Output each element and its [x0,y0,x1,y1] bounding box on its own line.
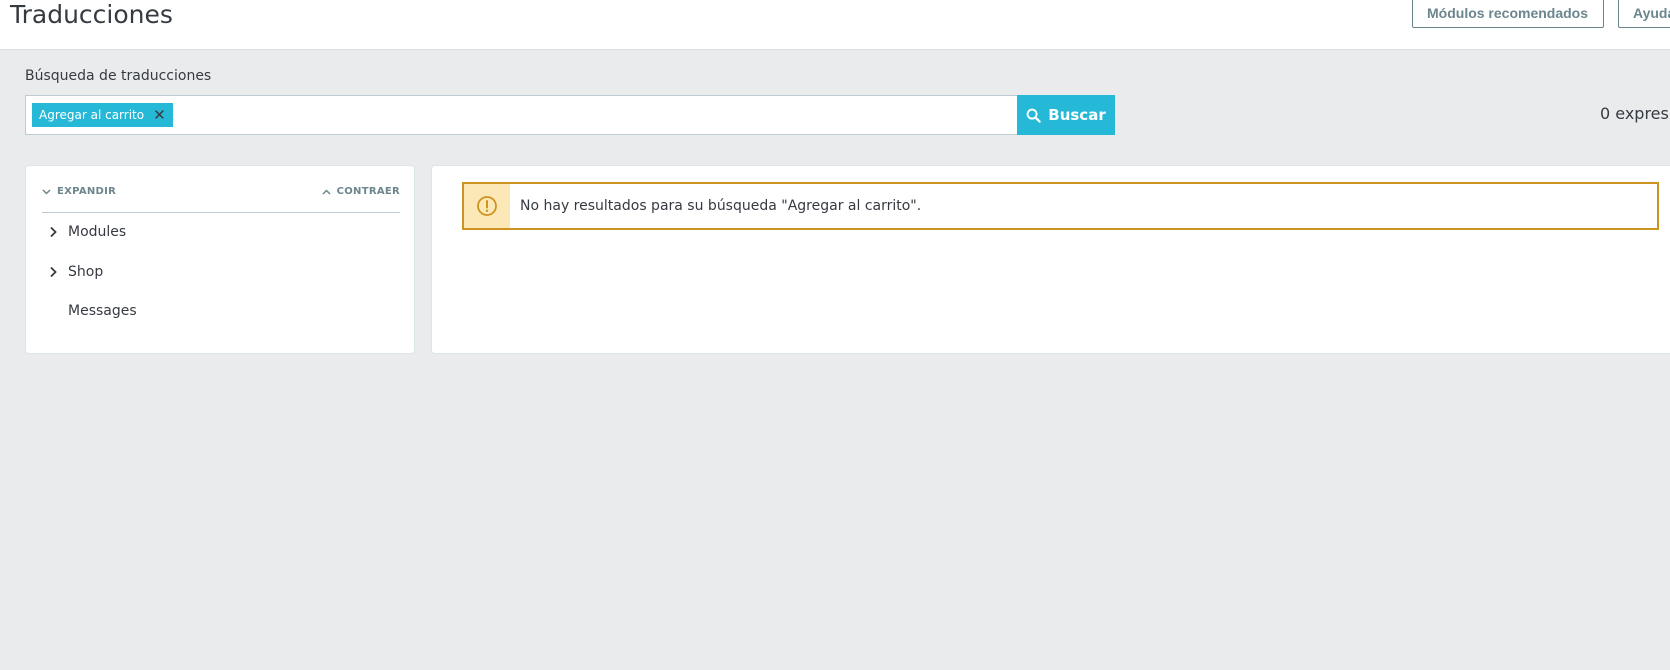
tree-item-label: Shop [68,264,104,280]
warning-icon [477,196,497,216]
tree-item-label: Modules [68,224,127,240]
results-count: 0 expresiones [1600,104,1670,123]
alert-icon-box [464,184,510,228]
search-button[interactable]: Buscar [1017,95,1115,135]
collapse-all-button[interactable]: CONTRAER [322,186,400,197]
expand-all-label: EXPANDIR [57,186,117,197]
chevron-up-icon [322,188,331,195]
tree-item-label: Messages [68,303,137,319]
search-input[interactable]: Agregar al carrito ✕ [25,95,1018,135]
translation-tree-panel: EXPANDIR CONTRAER Modules Shop Messages [25,165,415,354]
collapse-all-label: CONTRAER [336,186,400,197]
search-icon [1026,108,1041,123]
close-icon[interactable]: ✕ [153,107,166,123]
tree-actions: EXPANDIR CONTRAER [42,186,400,213]
help-button[interactable]: Ayuda [1618,0,1670,28]
tree-item-messages[interactable]: Messages [68,303,137,319]
alert-message: No hay resultados para su búsqueda "Agre… [520,198,922,214]
page-title: Traducciones [10,0,173,29]
recommended-modules-button[interactable]: Módulos recomendados [1412,0,1604,28]
search-tag-label: Agregar al carrito [39,108,145,122]
chevron-right-icon [50,226,57,238]
search-label: Búsqueda de traducciones [25,68,212,84]
translation-results-panel: No hay resultados para su búsqueda "Agre… [431,165,1670,354]
page-header: Traducciones Módulos recomendados Ayuda [0,0,1670,50]
warning-alert: No hay resultados para su búsqueda "Agre… [462,182,1659,230]
tree-item-modules[interactable]: Modules [48,224,126,240]
search-button-label: Buscar [1048,106,1106,124]
search-tag: Agregar al carrito ✕ [32,103,173,127]
expand-all-button[interactable]: EXPANDIR [42,186,116,197]
tree-item-shop[interactable]: Shop [48,264,103,280]
chevron-right-icon [50,266,57,278]
chevron-down-icon [42,188,51,195]
